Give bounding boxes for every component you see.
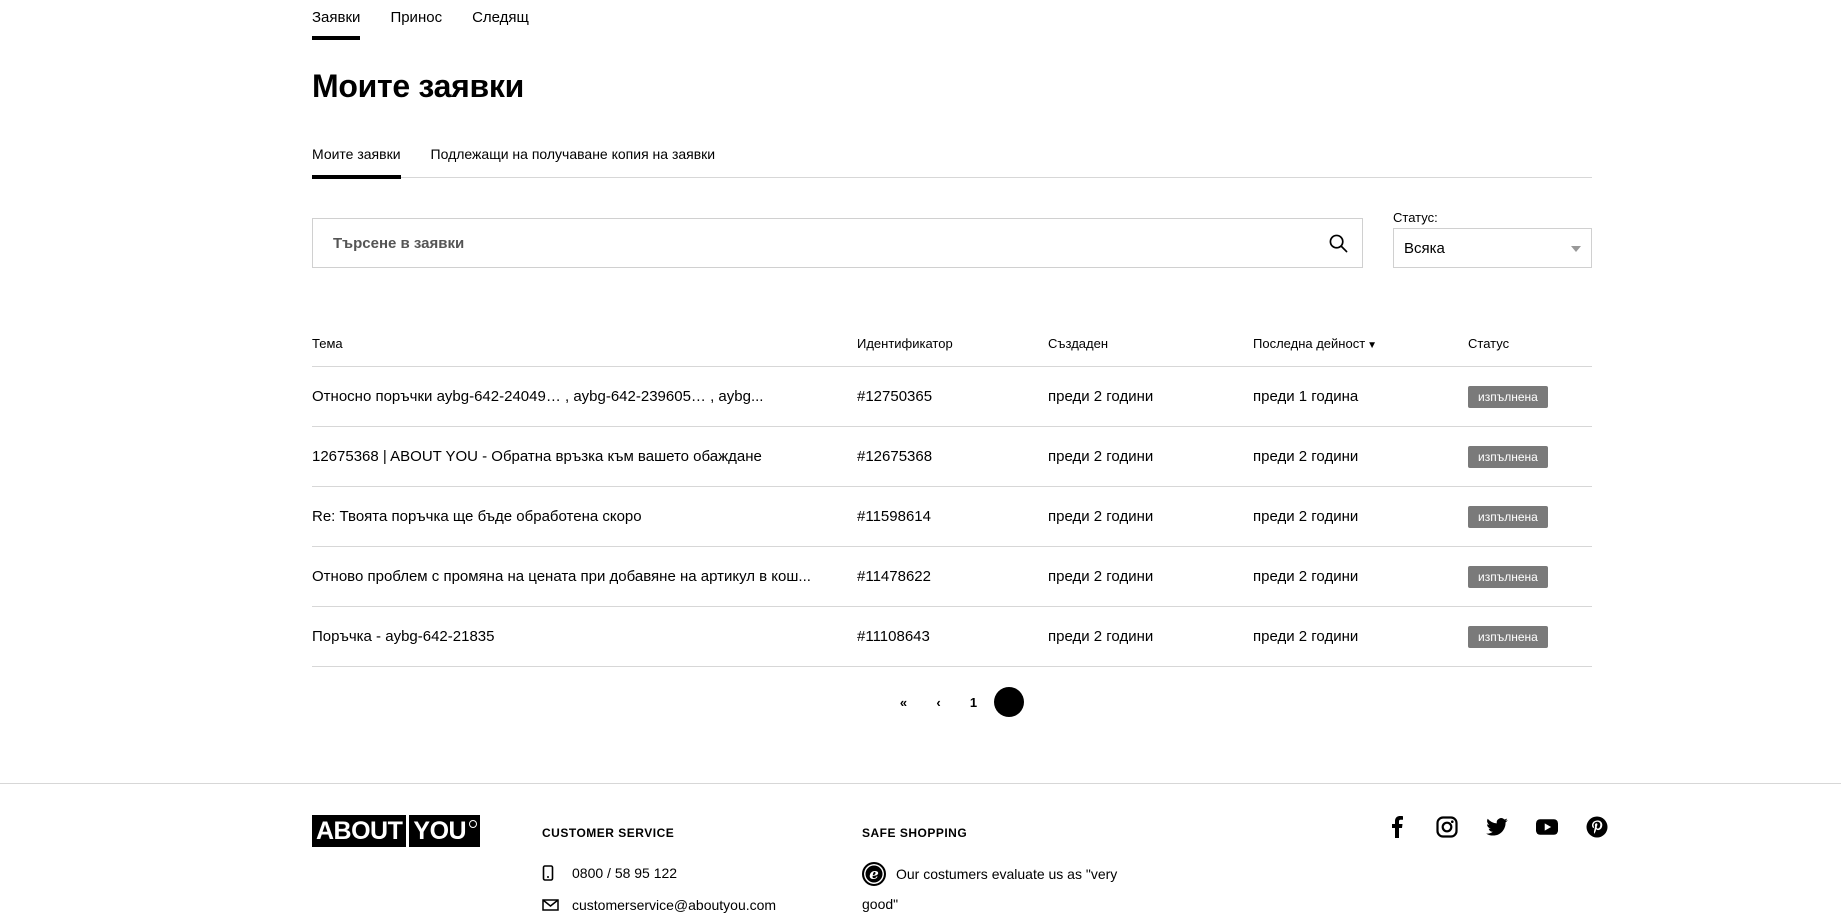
row-topic[interactable]: Отново проблем с промяна на цената при д… [312, 568, 857, 585]
row-created: преди 2 години [1048, 388, 1154, 405]
search-box [312, 218, 1363, 268]
header-status[interactable]: Статус [1468, 336, 1592, 351]
table-row[interactable]: Отново проблем с промяна на цената при д… [312, 547, 1592, 607]
page-title: Моите заявки [312, 68, 524, 104]
header-id[interactable]: Идентификатор [857, 336, 1048, 351]
header-topic[interactable]: Тема [312, 336, 857, 351]
header-last-activity[interactable]: Последна дейност ▼ [1253, 336, 1468, 351]
table-row[interactable]: 12675368 | ABOUT YOU - Обратна връзка къ… [312, 427, 1592, 487]
row-created: преди 2 години [1048, 448, 1154, 465]
row-id: #12750365 [857, 388, 933, 405]
page-1-button[interactable]: 1 [956, 695, 991, 710]
status-selected-value: Всяка [1404, 239, 1445, 257]
current-page-number: 2 [1008, 701, 1010, 703]
logo-you: YOU [409, 815, 481, 847]
row-topic[interactable]: Относно поръчки aybg-642-24049… , aybg-6… [312, 388, 857, 405]
row-id: #11598614 [857, 508, 931, 525]
row-created: преди 2 години [1048, 508, 1154, 525]
social-links [1372, 814, 1622, 840]
status-badge: изпълнена [1468, 505, 1548, 528]
current-page-indicator: 2 [994, 687, 1024, 717]
status-select[interactable]: Всяка [1393, 228, 1592, 268]
row-created: преди 2 години [1048, 568, 1154, 585]
rating-text-2-line: good" [862, 896, 898, 912]
row-last-activity: преди 1 година [1253, 388, 1359, 405]
facebook-icon[interactable] [1372, 814, 1422, 840]
header-created[interactable]: Създаден [1048, 336, 1253, 351]
row-created: преди 2 години [1048, 628, 1154, 645]
tab-my-requests[interactable]: Моите заявки [312, 144, 401, 179]
tab-requests[interactable]: Заявки [312, 0, 361, 40]
table-row[interactable]: Поръчка - aybg-642-21835 #11108643 преди… [312, 607, 1592, 667]
top-tabs: Заявки Принос Следящ [312, 0, 559, 40]
logo-about: ABOUT [312, 815, 407, 847]
instagram-icon[interactable] [1422, 814, 1472, 840]
pagination: « ‹ 1 2 [886, 687, 1024, 717]
row-topic[interactable]: 12675368 | ABOUT YOU - Обратна връзка къ… [312, 448, 857, 465]
trusted-shops-icon: e [862, 862, 886, 886]
row-id: #12675368 [857, 448, 933, 465]
about-you-logo[interactable]: ABOUT YOU [312, 815, 481, 847]
trusted-rating[interactable]: e Our costumers evaluate us as "very [862, 862, 1117, 886]
table-row[interactable]: Относно поръчки aybg-642-24049… , aybg-6… [312, 367, 1592, 427]
phone-number: 0800 / 58 95 122 [572, 865, 678, 881]
status-badge: изпълнена [1468, 445, 1548, 468]
sort-desc-icon: ▼ [1367, 339, 1378, 351]
status-badge: изпълнена [1468, 385, 1548, 408]
tab-following[interactable]: Следящ [472, 0, 529, 40]
status-badge: изпълнена [1468, 565, 1548, 588]
search-icon[interactable] [1314, 219, 1362, 267]
first-page-button[interactable]: « [886, 695, 921, 710]
status-filter-label: Статус: [1393, 210, 1438, 225]
row-last-activity: преди 2 години [1253, 568, 1359, 585]
row-last-activity: преди 2 години [1253, 628, 1359, 645]
customer-service-heading: CUSTOMER SERVICE [542, 826, 675, 840]
rating-text-2: good" [862, 896, 899, 912]
prev-page-button[interactable]: ‹ [921, 695, 956, 710]
phone-icon [542, 865, 560, 881]
email-address: customerservice@aboutyou.com [572, 897, 777, 913]
table-row[interactable]: Re: Твоята поръчка ще бъде обработена ск… [312, 487, 1592, 547]
row-id: #11108643 [857, 628, 930, 645]
search-input[interactable] [313, 219, 1314, 267]
requests-table: Тема Идентификатор Създаден Последна дей… [312, 320, 1592, 667]
sub-tabs: Моите заявки Подлежащи на получаване коп… [312, 144, 1592, 179]
row-id: #11478622 [857, 568, 931, 585]
safe-shopping-heading: SAFE SHOPPING [862, 826, 968, 840]
mail-icon [542, 899, 560, 911]
header-last-activity-label: Последна дейност [1253, 335, 1366, 351]
footer: ABOUT YOU CUSTOMER SERVICE 0800 / 58 95 … [0, 783, 1841, 914]
row-topic[interactable]: Поръчка - aybg-642-21835 [312, 628, 857, 645]
youtube-icon[interactable] [1522, 814, 1572, 840]
tab-cc-requests[interactable]: Подлежащи на получаване копия на заявки [431, 144, 716, 178]
phone-line[interactable]: 0800 / 58 95 122 [542, 865, 677, 881]
status-badge: изпълнена [1468, 625, 1548, 648]
row-topic[interactable]: Re: Твоята поръчка ще бъде обработена ск… [312, 508, 857, 525]
pinterest-icon[interactable] [1572, 814, 1622, 840]
row-last-activity: преди 2 години [1253, 508, 1359, 525]
chevron-down-icon [1571, 246, 1581, 252]
twitter-icon[interactable] [1472, 814, 1522, 840]
email-line[interactable]: customerservice@aboutyou.com [542, 897, 776, 913]
row-last-activity: преди 2 години [1253, 448, 1359, 465]
table-header: Тема Идентификатор Създаден Последна дей… [312, 320, 1592, 367]
rating-text-1: Our costumers evaluate us as "very [896, 866, 1118, 882]
tab-contributions[interactable]: Принос [390, 0, 442, 40]
